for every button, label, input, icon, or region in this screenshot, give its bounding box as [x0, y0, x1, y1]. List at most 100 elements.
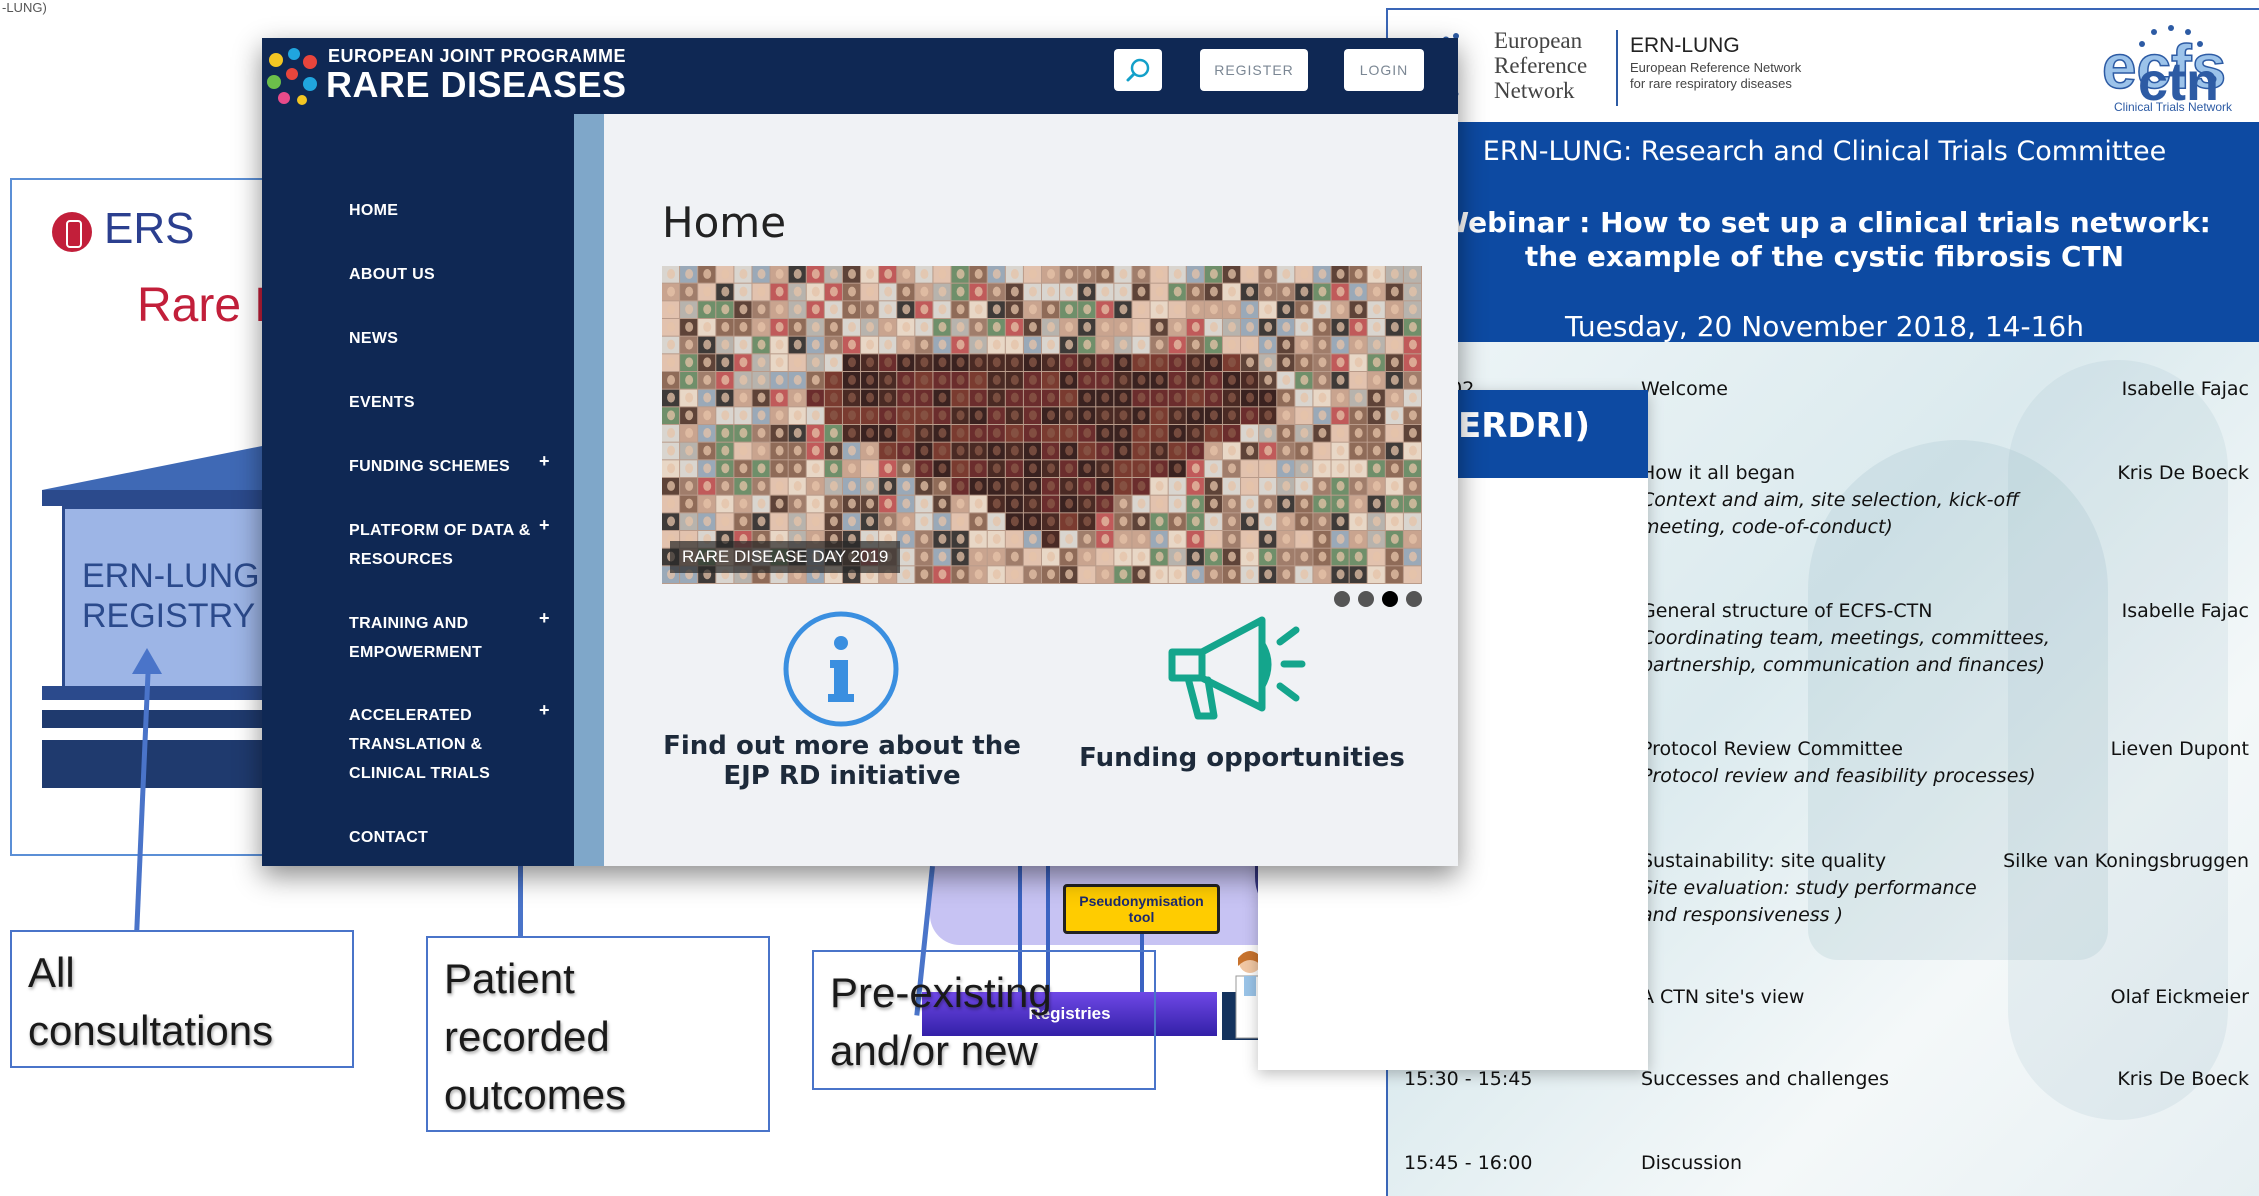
search-button[interactable] [1114, 49, 1162, 91]
mosaic-face [866, 463, 875, 474]
mosaic-face [1010, 551, 1019, 562]
mosaic-face [1282, 392, 1291, 403]
mosaic-face [757, 339, 766, 350]
mosaic-face [1336, 410, 1345, 421]
mosaic-face [1191, 322, 1200, 332]
callout-arrowhead-icon [132, 648, 162, 674]
mosaic-face [1010, 410, 1019, 421]
carousel-dot[interactable] [1382, 591, 1398, 607]
nav-item-accelerated[interactable]: ACCELERATED TRANSLATION & CLINICAL TRIAL… [349, 701, 490, 788]
nav-item-about-us[interactable]: ABOUT US [349, 260, 435, 289]
mosaic-face [1047, 498, 1056, 509]
megaphone-icon[interactable] [1162, 608, 1320, 726]
mosaic-face [775, 357, 784, 368]
mosaic-face [1065, 534, 1074, 544]
ejp-rd-logo-icon[interactable] [262, 44, 326, 108]
mosaic-face [1246, 428, 1255, 438]
mosaic-face [1209, 569, 1218, 580]
expand-plus-icon[interactable]: + [539, 451, 550, 472]
mosaic-face [956, 269, 965, 279]
funding-card-text[interactable]: Funding opportunities [1062, 743, 1422, 773]
agenda-detail-line: Context and aim, site selection, kick-of… [1641, 489, 2019, 511]
mosaic-face [1173, 534, 1182, 544]
mosaic-face [902, 286, 911, 297]
mosaic-face [721, 286, 730, 297]
mosaic-face [938, 569, 947, 580]
nav-item-funding-schemes[interactable]: FUNDING SCHEMES [349, 452, 510, 481]
mosaic-face [1101, 569, 1110, 580]
mosaic-face [1209, 551, 1218, 562]
mosaic-face [739, 357, 748, 368]
mosaic-face [1047, 516, 1056, 527]
expand-plus-icon[interactable]: + [539, 700, 550, 721]
mosaic-face [974, 551, 983, 562]
mosaic-face [920, 516, 929, 527]
mosaic-face [1408, 410, 1417, 421]
info-icon[interactable] [782, 610, 900, 728]
mosaic-face [848, 269, 856, 279]
mosaic-face [974, 410, 983, 421]
agenda-speaker: Kris De Boeck [2117, 462, 2249, 484]
mosaic-face [775, 516, 784, 527]
mosaic-face [1372, 339, 1381, 350]
nav-item-events[interactable]: EVENTS [349, 388, 415, 417]
mosaic-face [1264, 498, 1273, 509]
mosaic-face [1137, 375, 1146, 385]
mosaic-face [1318, 534, 1327, 544]
mosaic-face [992, 569, 1001, 580]
carousel-dot[interactable] [1358, 591, 1374, 607]
mosaic-face [1083, 375, 1092, 385]
mosaic-face [1065, 357, 1074, 368]
mosaic-face [848, 322, 856, 332]
mosaic-face [1137, 339, 1146, 350]
mosaic-face [866, 357, 875, 368]
mosaic-face [739, 304, 748, 315]
mosaic-face [1336, 286, 1345, 297]
mosaic-face [884, 375, 893, 385]
mosaic-face [938, 551, 947, 562]
mosaic-face [1282, 286, 1291, 297]
login-button[interactable]: LOGIN [1344, 49, 1424, 91]
nav-item-platform[interactable]: PLATFORM OF DATA & RESOURCES [349, 516, 531, 574]
mosaic-face [1282, 339, 1291, 350]
mosaic-face [1191, 410, 1200, 421]
mosaic-face [902, 481, 911, 491]
hero-carousel-image[interactable]: RARE DISEASE DAY 2019 [662, 266, 1422, 584]
mosaic-face [974, 534, 983, 544]
mosaic-face [775, 481, 784, 491]
mosaic-face [1155, 428, 1164, 438]
nav-item-training[interactable]: TRAINING AND EMPOWERMENT [349, 609, 482, 667]
mosaic-face [848, 375, 856, 385]
nav-item-news[interactable]: NEWS [349, 324, 398, 353]
mosaic-face [1101, 286, 1110, 297]
mosaic-face [1173, 551, 1182, 562]
mosaic-face [956, 445, 965, 456]
expand-plus-icon[interactable]: + [539, 608, 550, 629]
agenda-detail: Site evaluation: study performance and r… [1641, 875, 1977, 929]
mosaic-face [811, 286, 820, 297]
nav-item-contact[interactable]: CONTACT [349, 823, 428, 852]
expand-plus-icon[interactable]: + [539, 515, 550, 536]
logo-big-text: RARE DISEASES [326, 64, 627, 105]
nav-label-line: PLATFORM OF DATA & [349, 522, 531, 539]
mosaic-face [866, 392, 875, 403]
register-button[interactable]: REGISTER [1200, 49, 1308, 91]
mosaic-face [775, 463, 784, 474]
mosaic-face [793, 286, 802, 297]
carousel-dot[interactable] [1334, 591, 1350, 607]
mosaic-face [920, 534, 929, 544]
mosaic-face [667, 428, 676, 438]
mosaic-face [667, 445, 676, 456]
nav-item-home[interactable]: HOME [349, 196, 398, 225]
agenda-title: A CTN site's view [1641, 986, 1805, 1008]
carousel-dot[interactable] [1406, 591, 1422, 607]
mosaic-face [1390, 269, 1399, 279]
mosaic-face [829, 357, 838, 368]
mosaic-face [1119, 392, 1128, 403]
mosaic-face [1318, 375, 1327, 385]
mosaic-face [1173, 410, 1182, 421]
info-card-text[interactable]: Find out more about the EJP RD initiativ… [662, 731, 1022, 791]
mosaic-face [1010, 428, 1019, 438]
mosaic-face [685, 339, 694, 350]
mosaic-face [1408, 269, 1417, 279]
